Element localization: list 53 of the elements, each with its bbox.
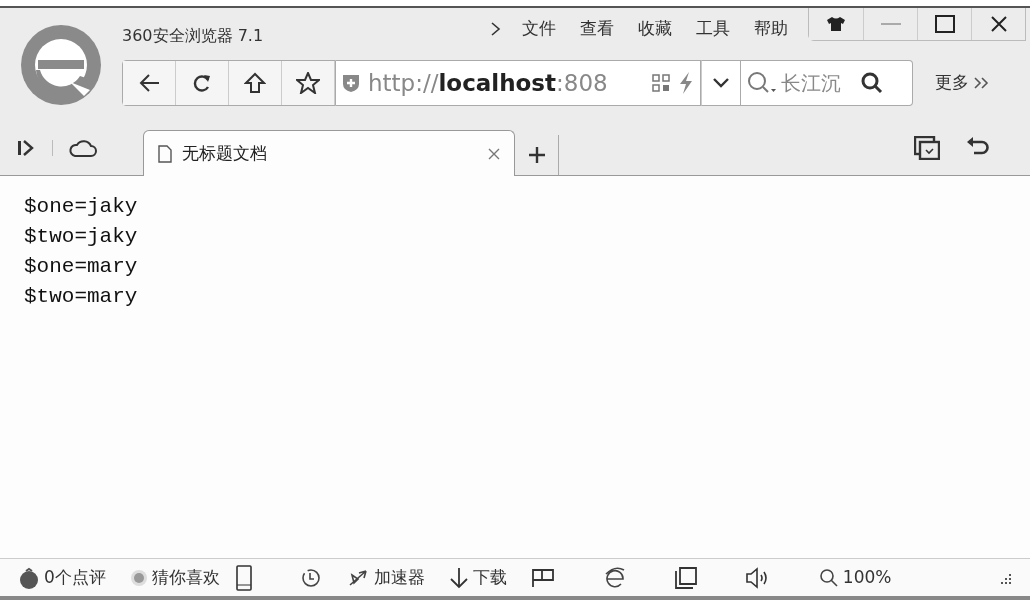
- output-line: $two=jaky: [24, 224, 139, 250]
- resize-grip-icon[interactable]: [1000, 571, 1012, 584]
- tomato-icon: [18, 566, 40, 589]
- dot-icon: [129, 568, 148, 587]
- review-count[interactable]: 0个点评: [44, 564, 106, 591]
- search-icon[interactable]: [861, 72, 883, 94]
- menu-item[interactable]: 收藏: [626, 16, 684, 42]
- download-button[interactable]: 下载: [448, 564, 507, 591]
- close-icon: [990, 16, 1007, 32]
- recommendation-link[interactable]: 猜你喜欢: [151, 564, 220, 591]
- search-field[interactable]: 长江沉: [741, 60, 913, 106]
- dropdown-button[interactable]: [701, 60, 741, 106]
- double-chevron-icon: [973, 76, 989, 90]
- address-field[interactable]: http://localhost:808: [336, 60, 701, 106]
- menu-item[interactable]: 查看: [568, 16, 626, 42]
- clock-icon[interactable]: [299, 566, 322, 589]
- search-input[interactable]: 长江沉: [779, 67, 859, 99]
- qr-code-icon: [652, 74, 670, 92]
- close-tab-icon[interactable]: [488, 147, 500, 160]
- sidebar-toggle-icon[interactable]: [16, 138, 36, 158]
- output-line: $two=mary: [24, 284, 139, 310]
- magnifier-icon: [818, 567, 839, 588]
- caret-icon: [713, 78, 729, 88]
- reload-icon: [192, 72, 212, 94]
- window-icon[interactable]: [674, 566, 697, 589]
- search-engine-icon: [747, 71, 777, 95]
- minimize-icon: [880, 22, 901, 26]
- browser-tab[interactable]: 无标题文档: [143, 130, 515, 176]
- shirt-icon: [826, 16, 846, 32]
- lightning-icon[interactable]: [678, 71, 694, 95]
- shield-icon: [342, 73, 360, 93]
- plus-icon: [527, 146, 546, 164]
- window-title: 360安全浏览器 7.1: [122, 25, 264, 47]
- home-icon: [244, 72, 266, 94]
- menu-item[interactable]: 帮助: [742, 16, 800, 42]
- menu-item[interactable]: 工具: [684, 16, 742, 42]
- maximize-icon: [934, 15, 955, 33]
- document-icon: [158, 144, 172, 163]
- phone-icon[interactable]: [235, 564, 252, 591]
- chevron-icon[interactable]: [490, 20, 502, 37]
- down-arrow-icon: [448, 566, 469, 589]
- cloud-icon[interactable]: [69, 138, 97, 158]
- more-button[interactable]: 更多: [929, 69, 995, 97]
- windows-icon[interactable]: [914, 136, 940, 160]
- zoom-button[interactable]: 100%: [818, 564, 892, 591]
- back-button[interactable]: [123, 61, 176, 105]
- star-icon: [296, 72, 320, 94]
- back-arrow-icon: [138, 73, 160, 93]
- accelerator-button[interactable]: 加速器: [345, 564, 425, 591]
- output-line: $one=jaky: [24, 194, 139, 220]
- flag-icon[interactable]: [530, 567, 555, 588]
- menu-item[interactable]: 文件: [510, 16, 568, 42]
- output-line: $one=mary: [24, 254, 139, 280]
